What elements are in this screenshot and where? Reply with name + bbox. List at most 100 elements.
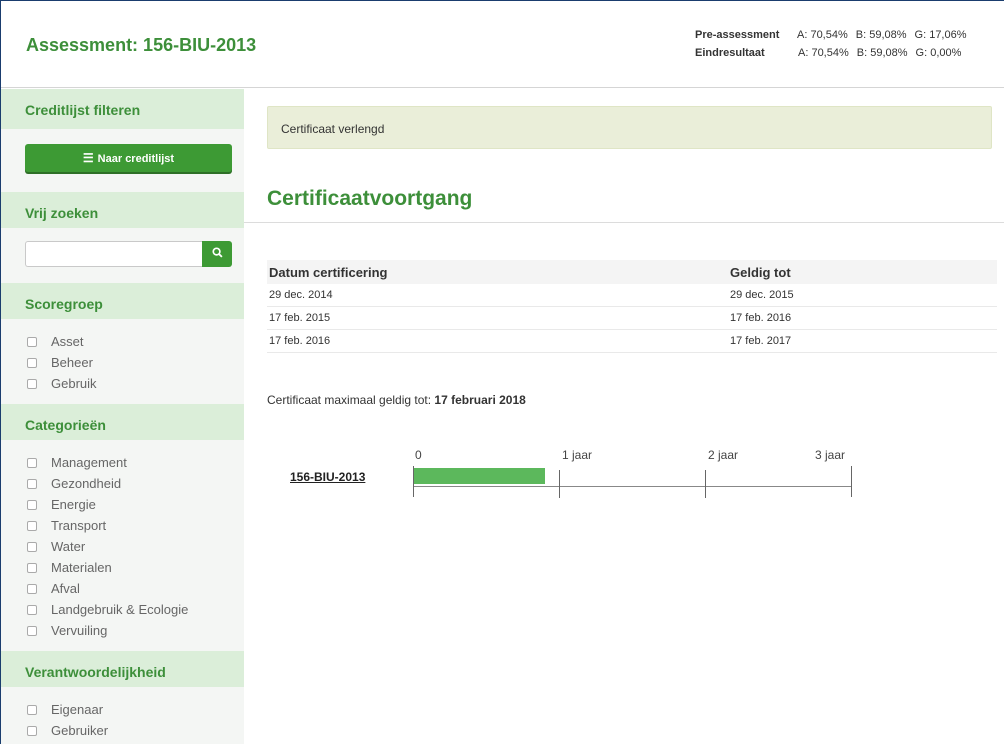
filter-option-label: Water bbox=[51, 539, 86, 554]
filter-sidebar: Creditlijst filteren ☰ Naar creditlijst V… bbox=[1, 89, 244, 744]
filter-option[interactable]: Materialen bbox=[27, 557, 244, 578]
score-a: A: 70,54% bbox=[797, 29, 848, 41]
main-content: Certificaat verlengd Certificaatvoortgan… bbox=[244, 89, 1004, 744]
filter-checkbox[interactable] bbox=[27, 604, 37, 615]
table-body: 29 dec. 2014 29 dec. 2015 17 feb. 2015 17 f… bbox=[267, 284, 997, 353]
filter-checkbox[interactable] bbox=[27, 378, 37, 389]
filter-option[interactable]: Vervuiling bbox=[27, 620, 244, 641]
cell-geldig-tot: 17 feb. 2016 bbox=[730, 312, 792, 324]
timeline-axis bbox=[413, 486, 851, 487]
filter-option-label: Materialen bbox=[51, 560, 112, 575]
filter-option-label: Gebruiker bbox=[51, 723, 109, 738]
filter-option[interactable]: Landgebruik & Ecologie bbox=[27, 599, 244, 620]
table-header: Datum certificering Geldig tot bbox=[267, 260, 997, 284]
filter-option-label: Transport bbox=[51, 518, 107, 533]
scoregroep-list: Asset Beheer Gebruik bbox=[1, 319, 244, 404]
filter-checkbox[interactable] bbox=[27, 725, 37, 736]
search-button[interactable] bbox=[202, 241, 232, 267]
timeline-tick-label: 2 jaar bbox=[708, 448, 739, 462]
score-summary: Pre-assessment A: 70,54% B: 59,08% G: 17… bbox=[695, 26, 975, 62]
table-row: 29 dec. 2014 29 dec. 2015 bbox=[267, 284, 997, 307]
filter-checkbox[interactable] bbox=[27, 357, 37, 368]
max-valid-label: Certificaat maximaal geldig tot: bbox=[267, 393, 432, 407]
timeline-tick bbox=[559, 470, 560, 498]
filter-option-label: Beheer bbox=[51, 355, 93, 370]
score-a: A: 70,54% bbox=[798, 47, 849, 59]
filter-checkbox[interactable] bbox=[27, 562, 37, 573]
section-title-scoregroep: Scoregroep bbox=[1, 283, 244, 319]
search-icon bbox=[211, 247, 223, 258]
timeline-tick-label: 0 bbox=[415, 448, 422, 462]
score-label: Pre-assessment bbox=[695, 29, 780, 41]
section-title-verantwoordelijkheid: Verantwoordelijkheid bbox=[1, 651, 244, 687]
section-title-creditlijst-filteren: Creditlijst filteren bbox=[1, 89, 244, 129]
page-header: Assessment: 156-BIU-2013 Pre-assessment … bbox=[1, 1, 1004, 88]
cell-geldig-tot: 17 feb. 2017 bbox=[730, 335, 792, 347]
status-alert: Certificaat verlengd bbox=[267, 106, 992, 149]
filter-checkbox[interactable] bbox=[27, 625, 37, 636]
categorieen-list: Management Gezondheid Energie Transport Wate… bbox=[1, 440, 244, 651]
timeline-tick bbox=[705, 470, 706, 498]
certification-table: Datum certificering Geldig tot 29 dec. 2… bbox=[267, 260, 997, 353]
filter-checkbox[interactable] bbox=[27, 457, 37, 468]
cell-datum: 29 dec. 2014 bbox=[269, 289, 333, 301]
table-row: 17 feb. 2015 17 feb. 2016 bbox=[267, 307, 997, 330]
filter-option-label: Management bbox=[51, 455, 127, 470]
filter-option-label: Gezondheid bbox=[51, 476, 122, 491]
column-header-datum: Datum certificering bbox=[269, 264, 388, 280]
verantwoordelijkheid-list: Eigenaar Gebruiker bbox=[1, 687, 244, 744]
filter-option[interactable]: Afval bbox=[27, 578, 244, 599]
timeline-progress-bar bbox=[414, 468, 546, 484]
filter-checkbox[interactable] bbox=[27, 583, 37, 594]
filter-option[interactable]: Gebruiker bbox=[27, 720, 244, 741]
filter-checkbox[interactable] bbox=[27, 704, 37, 715]
column-header-geldig-tot: Geldig tot bbox=[730, 264, 791, 280]
timeline-tick bbox=[413, 466, 414, 497]
score-b: B: 59,08% bbox=[856, 47, 908, 59]
filter-option-label: Vervuiling bbox=[51, 623, 108, 638]
cell-geldig-tot: 29 dec. 2015 bbox=[730, 289, 794, 301]
filter-checkbox[interactable] bbox=[27, 541, 37, 552]
certificate-timeline: 156-BIU-2013 0 1 jaar 2 jaar 3 jaar bbox=[244, 439, 1004, 519]
cell-datum: 17 feb. 2016 bbox=[269, 335, 331, 347]
filter-checkbox[interactable] bbox=[27, 520, 37, 531]
filter-option[interactable]: Water bbox=[27, 536, 244, 557]
section-title-categorieen: Categorieën bbox=[1, 404, 244, 440]
table-row: 17 feb. 2016 17 feb. 2017 bbox=[267, 330, 997, 353]
filter-option[interactable]: Beheer bbox=[27, 352, 244, 373]
filter-option[interactable]: Energie bbox=[27, 494, 244, 515]
score-label: Eindresultaat bbox=[695, 47, 765, 59]
filter-checkbox[interactable] bbox=[27, 336, 37, 347]
filter-option-label: Landgebruik & Ecologie bbox=[51, 602, 189, 617]
filter-option[interactable]: Gezondheid bbox=[27, 473, 244, 494]
max-valid-text: Certificaat maximaal geldig tot: 17 febr… bbox=[267, 393, 526, 407]
to-creditlist-label: Naar creditlijst bbox=[97, 153, 175, 165]
filter-checkbox[interactable] bbox=[27, 478, 37, 489]
section-title-vrij-zoeken: Vrij zoeken bbox=[1, 192, 244, 228]
filter-option[interactable]: Management bbox=[27, 452, 244, 473]
filter-option[interactable]: Gebruik bbox=[27, 373, 244, 394]
score-g: G: 0,00% bbox=[915, 47, 962, 59]
score-b: B: 59,08% bbox=[855, 29, 907, 41]
timeline-tick-label: 1 jaar bbox=[562, 448, 593, 462]
filter-option[interactable]: Eigenaar bbox=[27, 699, 244, 720]
title-divider bbox=[244, 222, 1004, 223]
filter-option-label: Energie bbox=[51, 497, 96, 512]
search-input[interactable] bbox=[25, 241, 202, 267]
search-group bbox=[25, 241, 232, 267]
timeline-assessment-link[interactable]: 156-BIU-2013 bbox=[290, 470, 365, 484]
page-title: Certificaatvoortgang bbox=[267, 187, 473, 210]
filter-checkbox[interactable] bbox=[27, 499, 37, 510]
filter-option-label: Gebruik bbox=[51, 376, 97, 391]
assessment-title: Assessment: 156-BIU-2013 bbox=[26, 35, 257, 55]
filter-option[interactable]: Transport bbox=[27, 515, 244, 536]
filter-option-label: Eigenaar bbox=[51, 702, 104, 717]
to-creditlist-button[interactable]: ☰ Naar creditlijst bbox=[25, 144, 232, 172]
max-valid-date: 17 februari 2018 bbox=[434, 393, 526, 407]
filter-option-label: Afval bbox=[51, 581, 80, 596]
timeline-tick-label: 3 jaar bbox=[815, 448, 846, 462]
filter-option[interactable]: Asset bbox=[27, 331, 244, 352]
cell-datum: 17 feb. 2015 bbox=[269, 312, 331, 324]
list-icon: ☰ bbox=[82, 151, 94, 165]
score-row-pre-assessment: Pre-assessment A: 70,54% B: 59,08% G: 17… bbox=[695, 26, 975, 44]
